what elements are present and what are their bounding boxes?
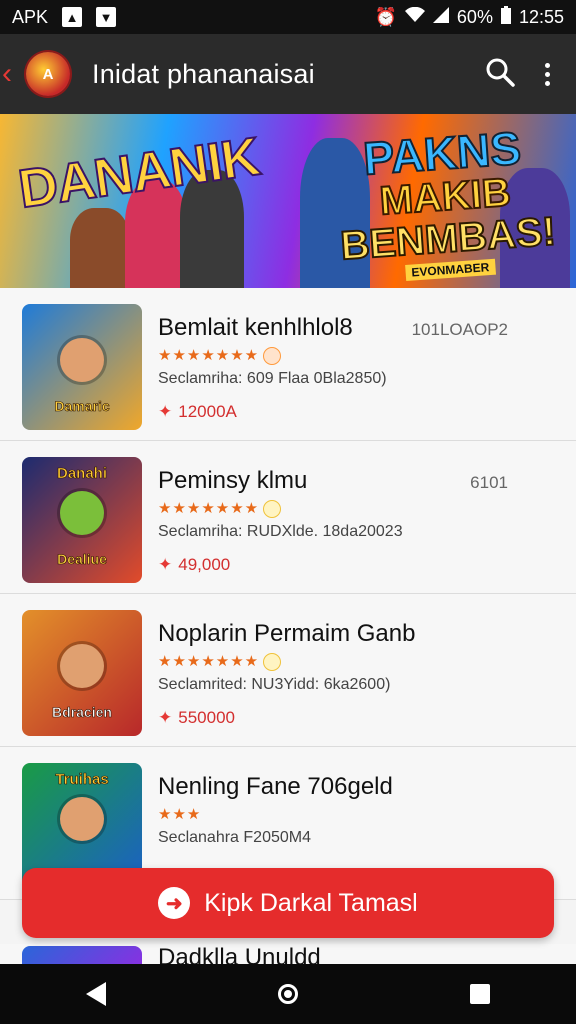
game-thumbnail[interactable] bbox=[22, 946, 142, 964]
price-value: 550000 bbox=[178, 708, 235, 727]
stars-text: ★★★★★★★ bbox=[158, 653, 260, 670]
list-item[interactable]: Damaric Bemlait kenhlhlol8 101LOAOP2 ★★★… bbox=[0, 288, 576, 441]
thumbnail-top-label: Truihas bbox=[55, 771, 109, 789]
game-title: Nenling Fane 706geld bbox=[158, 773, 393, 800]
status-bar: APK ▲ ▼ ⏰ 60% 12:55 bbox=[0, 0, 576, 34]
price-value: 12000A bbox=[178, 402, 237, 421]
game-subtitle: Seclamrited: NU3Yidd: 6ka2600) bbox=[158, 676, 391, 693]
rating-stars: ★★★★★★★ bbox=[158, 652, 282, 672]
rating-stars: ★★★★★★★ bbox=[158, 346, 282, 366]
game-thumbnail[interactable]: Damaric bbox=[22, 304, 142, 430]
thumbnail-top-label: Danahi bbox=[56, 465, 108, 483]
banner-character bbox=[70, 208, 130, 288]
game-thumbnail[interactable]: Danahi Dealiue bbox=[22, 457, 142, 583]
game-list: Damaric Bemlait kenhlhlol8 101LOAOP2 ★★★… bbox=[0, 288, 576, 900]
game-price: ✦ 12000A bbox=[158, 402, 237, 422]
clock: 12:55 bbox=[518, 6, 564, 27]
back-arrow-icon[interactable]: ‹ bbox=[2, 57, 24, 91]
app-logo-text: A bbox=[42, 65, 54, 83]
thumbnail-character bbox=[60, 644, 104, 688]
status-bar-label: APK bbox=[12, 6, 49, 27]
list-item[interactable]: Danahi Dealiue Peminsy klmu 6101 ★★★★★★★… bbox=[0, 441, 576, 594]
game-price: ✦ 49,000 bbox=[158, 555, 230, 575]
wifi-icon bbox=[404, 6, 425, 28]
thumbnail-label: Dealiue bbox=[57, 551, 107, 568]
battery-icon bbox=[500, 5, 511, 29]
thumbnail-label: Bdracien bbox=[52, 704, 113, 721]
nav-home-icon[interactable] bbox=[278, 984, 298, 1004]
alarm-icon: ⏰ bbox=[374, 6, 397, 27]
price-value: 49,000 bbox=[178, 555, 231, 574]
download-button[interactable]: ➜ Kipk Darkal Tamasl bbox=[22, 868, 554, 938]
nav-recents-icon[interactable] bbox=[470, 984, 490, 1004]
page-title: Inidat phananaisai bbox=[92, 58, 315, 89]
list-item[interactable]: Bdracien Noplarin Permaim Ganb ★★★★★★★ S… bbox=[0, 594, 576, 747]
download-button-label: Kipk Darkal Tamasl bbox=[204, 888, 418, 917]
diamond-icon: ✦ bbox=[158, 402, 173, 421]
game-subtitle: Seclamriha: 609 Flaa 0Bla2850) bbox=[158, 370, 387, 387]
thumbnail-character bbox=[60, 491, 104, 535]
promo-banner[interactable]: DANANIK PAKNS MAKIB BENMBAS! EVONMABER bbox=[0, 114, 576, 288]
app-bar: ‹ A Inidat phananaisai bbox=[0, 34, 576, 114]
game-title: Noplarin Permaim Ganb bbox=[158, 620, 416, 647]
search-icon[interactable] bbox=[485, 57, 515, 92]
rating-badge-icon bbox=[263, 347, 282, 366]
signal-icon bbox=[432, 6, 449, 28]
thumbnail-character bbox=[60, 797, 104, 841]
nav-back-icon[interactable] bbox=[86, 982, 106, 1006]
stars-text: ★★★★★★★ bbox=[158, 347, 260, 364]
thumbnail-label: Damaric bbox=[54, 398, 110, 415]
game-subtitle: Seclanahra F2050M4 bbox=[158, 829, 311, 846]
diamond-icon: ✦ bbox=[158, 708, 173, 727]
more-vert-icon[interactable] bbox=[545, 62, 550, 86]
rating-stars: ★★★ bbox=[158, 805, 201, 823]
game-title: Peminsy klmu bbox=[158, 467, 308, 494]
diamond-icon: ✦ bbox=[158, 555, 173, 574]
download-notification-icon: ▼ bbox=[96, 7, 117, 27]
game-subtitle: Seclamriha: RUDXlde. 18da20023 bbox=[158, 523, 403, 540]
stars-text: ★★★ bbox=[158, 806, 202, 823]
game-title: Bemlait kenhlhlol8 bbox=[158, 314, 353, 341]
banner-right-title: PAKNS MAKIB BENMBAS! EVONMABER bbox=[334, 121, 559, 287]
download-icon: ➜ bbox=[158, 887, 191, 919]
banner-tag: EVONMABER bbox=[405, 258, 497, 281]
app-logo: A bbox=[26, 52, 70, 96]
game-thumbnail[interactable]: Bdracien bbox=[22, 610, 142, 736]
rating-stars: ★★★★★★★ bbox=[158, 499, 282, 519]
game-title: Dadklla Unuldd bbox=[158, 944, 321, 964]
game-meta: 6101 bbox=[470, 473, 508, 492]
game-price: ✦ 550000 bbox=[158, 708, 235, 728]
game-meta: 101LOAOP2 bbox=[411, 320, 508, 339]
thumbnail-character bbox=[60, 338, 104, 382]
system-nav-bar bbox=[0, 964, 576, 1024]
rating-badge-icon bbox=[263, 500, 282, 519]
rating-badge-icon bbox=[263, 653, 282, 672]
stars-text: ★★★★★★★ bbox=[158, 500, 260, 517]
notification-icon: ▲ bbox=[62, 7, 83, 27]
list-item-partial[interactable]: Dadklla Unuldd bbox=[0, 944, 576, 964]
battery-percent: 60% bbox=[456, 6, 493, 27]
